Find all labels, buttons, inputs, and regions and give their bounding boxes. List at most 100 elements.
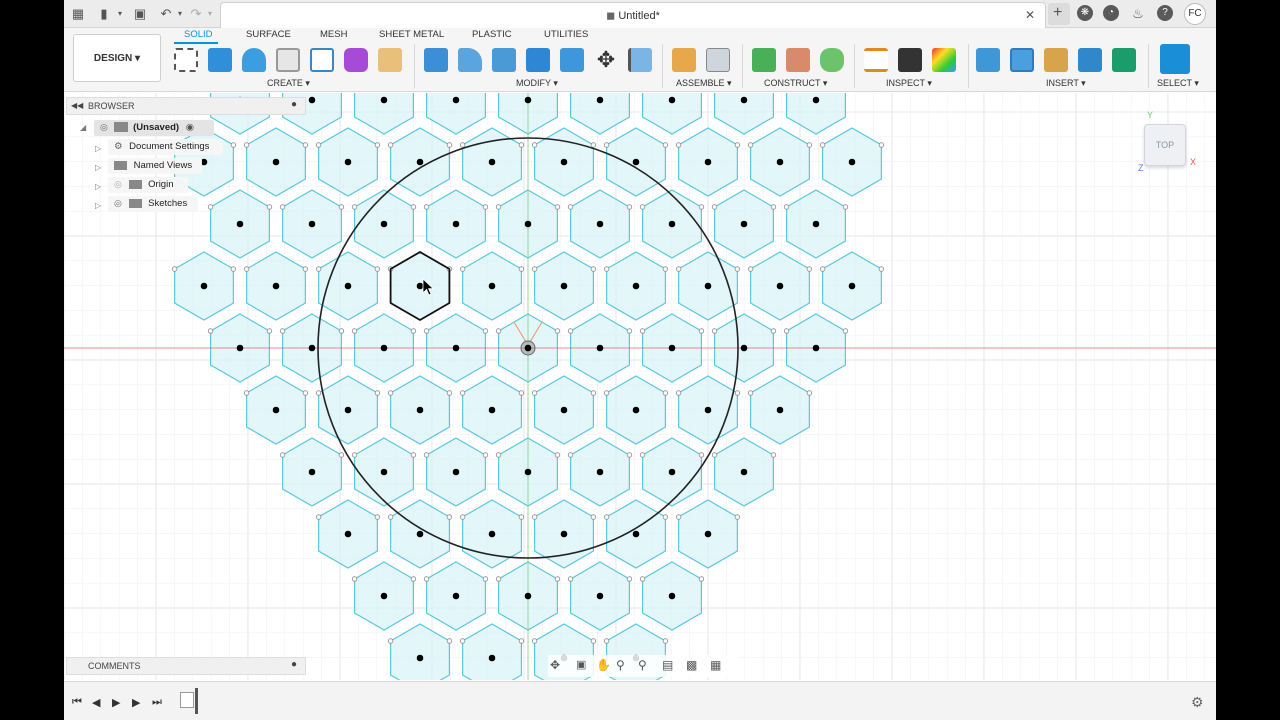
orbit-icon[interactable]: ✥ bbox=[550, 658, 560, 672]
collapse-icon[interactable]: ◀◀ bbox=[71, 101, 83, 110]
center-point bbox=[560, 530, 568, 538]
pattern-icon[interactable] bbox=[310, 48, 334, 72]
select-icon[interactable] bbox=[1160, 44, 1190, 74]
grid-menu-icon[interactable]: ▦ bbox=[70, 6, 86, 22]
viewport-canvas[interactable] bbox=[64, 93, 1216, 680]
workspace-switcher[interactable]: DESIGN ▾ bbox=[73, 34, 161, 82]
notifications-icon[interactable]: ♨ bbox=[1130, 6, 1146, 22]
insert-image-icon[interactable] bbox=[976, 48, 1000, 72]
revolve-icon[interactable] bbox=[242, 48, 266, 72]
sketch-point bbox=[783, 204, 790, 210]
select-menu[interactable]: SELECT ▾ bbox=[1157, 78, 1199, 89]
sketch-point bbox=[518, 390, 525, 396]
decal-icon[interactable] bbox=[378, 48, 402, 72]
sketch-point bbox=[675, 266, 682, 272]
interference-icon[interactable] bbox=[898, 48, 922, 72]
tab-sheet-metal[interactable]: SHEET METAL bbox=[379, 29, 444, 40]
fillet-icon[interactable] bbox=[458, 48, 482, 72]
measure-icon[interactable] bbox=[864, 48, 888, 72]
file-icon[interactable]: ▮ bbox=[96, 6, 112, 22]
insert-menu[interactable]: INSERT ▾ bbox=[1046, 78, 1086, 89]
construct-menu[interactable]: CONSTRUCT ▾ bbox=[764, 78, 827, 89]
triangle-right-icon[interactable]: ▷ bbox=[95, 144, 101, 153]
shell-icon[interactable] bbox=[560, 48, 584, 72]
help-icon[interactable]: ? bbox=[1157, 5, 1173, 21]
combine-icon[interactable] bbox=[526, 48, 550, 72]
sketch-point bbox=[626, 452, 633, 458]
hole-icon[interactable] bbox=[276, 48, 300, 72]
axis-icon[interactable] bbox=[820, 48, 844, 72]
create-sketch-icon[interactable] bbox=[174, 48, 198, 72]
job-status-icon[interactable]: ◔ bbox=[1103, 5, 1119, 21]
sketch-point bbox=[770, 452, 777, 458]
look-at-icon[interactable]: ▣ bbox=[576, 658, 586, 671]
offset-plane-icon[interactable] bbox=[752, 48, 776, 72]
triangle-right-icon[interactable]: ▷ bbox=[95, 201, 101, 210]
eye-icon[interactable]: ◎ bbox=[114, 198, 122, 208]
eye-hidden-icon[interactable]: ◎ bbox=[114, 179, 122, 189]
browser-root-item[interactable]: ◎ (Unsaved) ◉ bbox=[94, 120, 214, 136]
align-icon[interactable] bbox=[628, 48, 652, 72]
chevron-down-icon[interactable]: ▾ bbox=[112, 6, 128, 22]
move-icon[interactable]: ✥ bbox=[594, 48, 618, 72]
go-to-start-icon[interactable]: ⏮ bbox=[72, 696, 82, 709]
display-settings-icon[interactable]: ▤ bbox=[662, 658, 673, 672]
extensions-icon[interactable]: ❋ bbox=[1077, 5, 1093, 21]
insert-svg-icon[interactable] bbox=[1078, 48, 1102, 72]
pin-icon[interactable]: ● bbox=[291, 659, 297, 670]
avatar[interactable]: FC bbox=[1184, 3, 1206, 25]
grid-settings-icon[interactable]: ▩ bbox=[686, 658, 697, 672]
triangle-right-icon[interactable]: ▷ bbox=[95, 182, 101, 191]
sketch-point bbox=[662, 390, 669, 396]
fit-icon[interactable]: ⚲ bbox=[638, 658, 647, 672]
browser-panel-header[interactable]: ◀◀ BROWSER ● bbox=[66, 97, 306, 115]
sketch-point bbox=[842, 204, 849, 210]
save-icon[interactable]: ▣ bbox=[132, 6, 148, 22]
sketch-point bbox=[459, 638, 466, 644]
tab-mesh[interactable]: MESH bbox=[320, 29, 347, 40]
tab-utilities[interactable]: UTILITIES bbox=[544, 29, 588, 40]
sketch-view[interactable] bbox=[64, 93, 1216, 680]
modify-menu[interactable]: MODIFY ▾ bbox=[516, 78, 558, 89]
chevron-down-icon[interactable]: ▾ bbox=[172, 6, 188, 22]
viewports-icon[interactable]: ▦ bbox=[710, 658, 721, 672]
zoom-icon[interactable]: ⚲ bbox=[616, 658, 625, 672]
step-back-icon[interactable]: ◀ bbox=[92, 696, 100, 709]
new-component-icon[interactable] bbox=[672, 48, 696, 72]
go-to-end-icon[interactable]: ⏭ bbox=[152, 696, 162, 709]
pin-icon[interactable]: ● bbox=[291, 99, 297, 110]
insert-derive-icon[interactable] bbox=[1112, 48, 1136, 72]
sketch-feature-icon[interactable] bbox=[180, 692, 194, 708]
press-pull-icon[interactable] bbox=[424, 48, 448, 72]
document-tab[interactable]: ◼ Untitled* ✕ bbox=[220, 2, 1046, 28]
new-tab-button[interactable]: + bbox=[1048, 3, 1070, 25]
gear-icon[interactable]: ⚙ bbox=[1191, 694, 1204, 711]
play-icon[interactable]: ▶ bbox=[112, 696, 120, 709]
timeline-marker[interactable] bbox=[195, 688, 198, 714]
sketch-point bbox=[207, 328, 214, 334]
tab-surface[interactable]: SURFACE bbox=[246, 29, 291, 40]
close-icon[interactable]: ✕ bbox=[1025, 8, 1035, 22]
triangle-right-icon[interactable]: ▷ bbox=[95, 163, 101, 172]
eye-icon[interactable]: ◎ bbox=[100, 122, 108, 132]
plane-at-angle-icon[interactable] bbox=[786, 48, 810, 72]
insert-mesh-icon[interactable] bbox=[1010, 48, 1034, 72]
joint-icon[interactable] bbox=[706, 48, 730, 72]
form-icon[interactable] bbox=[344, 48, 368, 72]
extrude-icon[interactable] bbox=[208, 48, 232, 72]
comments-panel-header[interactable]: COMMENTS ● bbox=[66, 657, 306, 675]
insert-mcmaster-icon[interactable] bbox=[1044, 48, 1068, 72]
pan-icon[interactable]: ✋ bbox=[596, 658, 611, 672]
curvature-icon[interactable] bbox=[932, 48, 956, 72]
tab-plastic[interactable]: PLASTIC bbox=[472, 29, 512, 40]
tab-solid[interactable]: SOLID bbox=[184, 29, 213, 40]
chamfer-icon[interactable] bbox=[492, 48, 516, 72]
step-forward-icon[interactable]: ▶ bbox=[132, 696, 140, 709]
viewcube[interactable]: TOP bbox=[1144, 124, 1186, 166]
center-point bbox=[668, 344, 676, 352]
create-menu[interactable]: CREATE ▾ bbox=[267, 78, 310, 89]
chevron-down-icon[interactable]: ▾ bbox=[202, 6, 218, 22]
assemble-menu[interactable]: ASSEMBLE ▾ bbox=[676, 78, 732, 89]
activate-radio-icon[interactable]: ◉ bbox=[186, 122, 194, 133]
inspect-menu[interactable]: INSPECT ▾ bbox=[886, 78, 932, 89]
